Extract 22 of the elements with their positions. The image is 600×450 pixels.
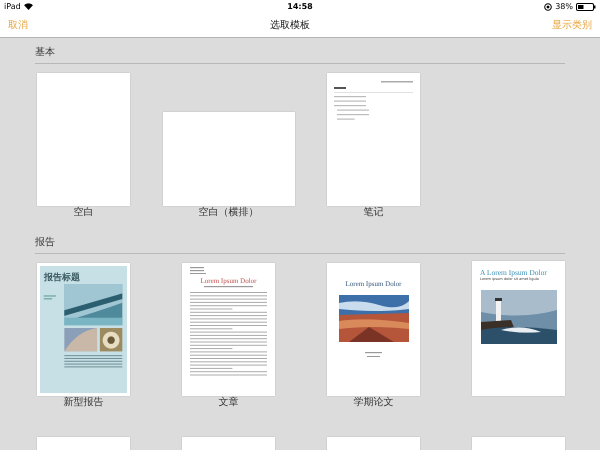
notes-template[interactable] <box>327 73 420 206</box>
nav-title: 选取模板 <box>270 18 310 32</box>
blank-template[interactable] <box>37 73 130 206</box>
device-name: iPad <box>4 2 21 11</box>
report-template[interactable]: 报告标题 <box>37 263 130 396</box>
location-icon <box>544 2 552 10</box>
status-time: 14:58 <box>287 2 313 11</box>
section-title: 基本 <box>35 47 55 58</box>
section-title: 报告 <box>35 237 55 248</box>
wifi-icon <box>24 3 33 10</box>
template-heading: 报告标题 <box>44 271 80 284</box>
template-name: 学期论文 <box>354 396 394 410</box>
battery-percent: 38% <box>555 2 573 11</box>
template-name: 新型报告 <box>64 396 104 410</box>
template-name: 笔记 <box>364 206 384 220</box>
blank-landscape-template[interactable] <box>162 112 294 206</box>
battery-icon <box>576 2 596 10</box>
text-lines-drawing <box>190 267 206 274</box>
template-name: 文章 <box>218 396 238 410</box>
text-lines-drawing <box>365 352 382 358</box>
template-name: 空白 <box>74 206 94 220</box>
template-name: 空白（横排） <box>198 206 258 220</box>
